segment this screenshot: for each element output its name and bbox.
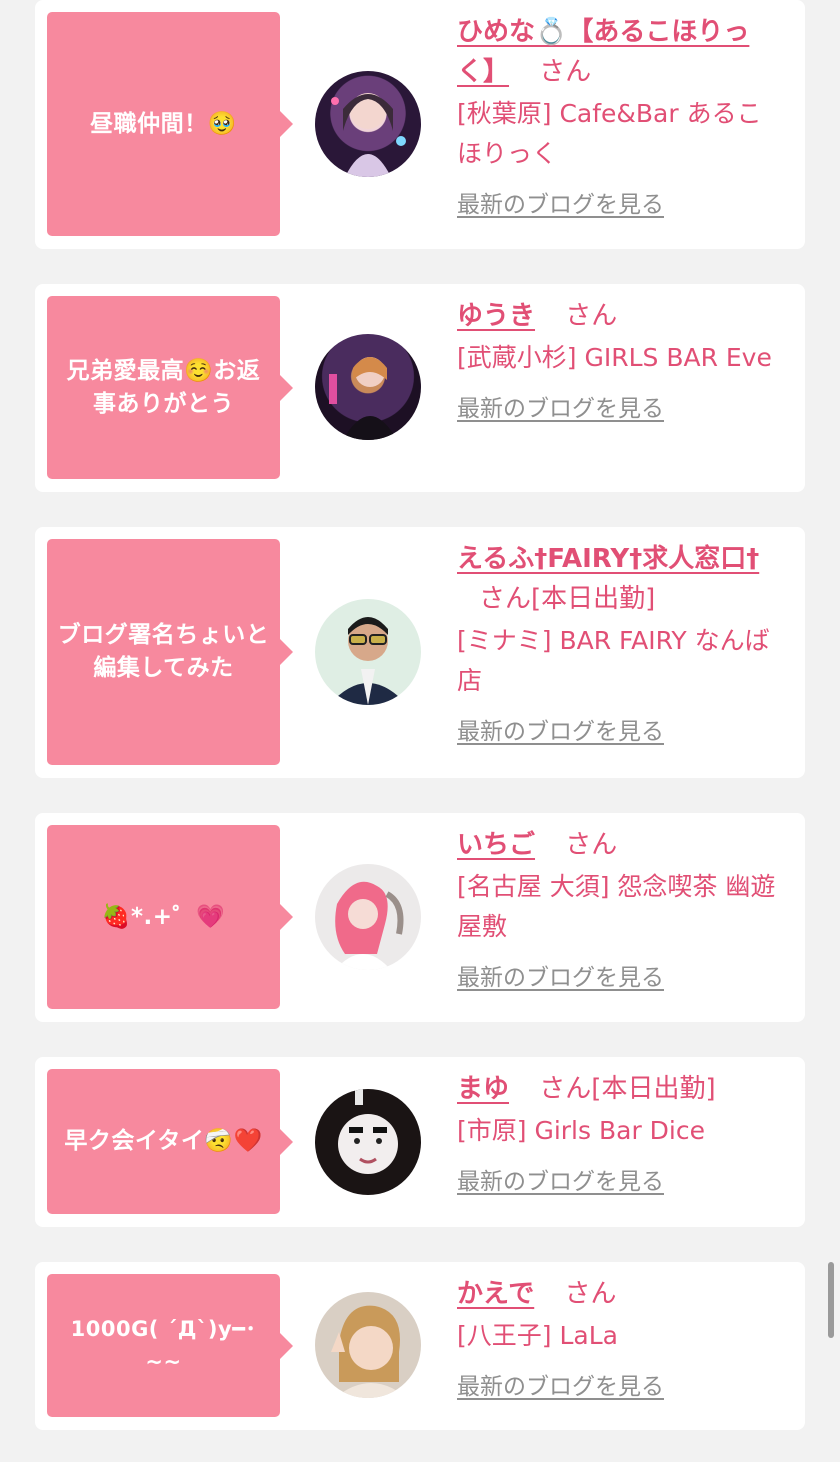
scrollbar-thumb[interactable]: [828, 1262, 834, 1338]
member-name-line: いちご さん: [457, 825, 782, 865]
shop-name: [市原] Girls Bar Dice: [457, 1116, 705, 1145]
avatar[interactable]: [315, 71, 421, 177]
honorific: さん: [565, 830, 618, 860]
message-text: ブログ署名ちょいと編集してみた: [57, 622, 270, 681]
avatar-photo-icon: [331, 1305, 407, 1398]
latest-blog-link[interactable]: 最新のブログを見る: [457, 389, 664, 429]
message-card: ブログ署名ちょいと編集してみた えるふ†FAIRY†求人窓口† さん[本日出勤]…: [35, 527, 805, 778]
honorific: さん: [479, 584, 532, 614]
member-name-link[interactable]: いちご: [457, 830, 535, 860]
message-bubble: 兄弟愛最高☺️お返事ありがとう: [47, 296, 293, 479]
member-info: ひめな💍【あるこほりっく】 さん [秋葉原] Cafe&Bar あるこほりっく …: [457, 12, 782, 225]
shop-name: [名古屋 大須] 怨念喫茶 幽遊屋敷: [457, 872, 776, 941]
member-name-link[interactable]: ひめな💍【あるこほりっく】: [457, 17, 749, 87]
member-name-link[interactable]: えるふ†FAIRY†求人窓口†: [457, 544, 759, 574]
message-text: 兄弟愛最高☺️お返事ありがとう: [66, 357, 261, 417]
honorific: さん: [565, 301, 618, 331]
avatar[interactable]: [315, 1292, 421, 1398]
member-name-line: えるふ†FAIRY†求人窓口† さん[本日出勤]: [457, 539, 782, 619]
honorific: さん: [539, 1074, 592, 1104]
message-bubble: 1000G( ´Д`)y━･~~: [47, 1274, 293, 1417]
avatar-photo-icon: [338, 1089, 398, 1174]
shop-name: [秋葉原] Cafe&Bar あるこほりっく: [457, 99, 762, 168]
attendance-status: [本日出勤]: [591, 1074, 716, 1104]
message-card: 🍓*.+゜💗 いちご さん [名古屋 大須] 怨念喫茶 幽遊屋敷 最新のブログを…: [35, 813, 805, 1022]
message-bubble: 🍓*.+゜💗: [47, 825, 293, 1009]
avatar[interactable]: [315, 599, 421, 705]
latest-blog-link[interactable]: 最新のブログを見る: [457, 712, 664, 752]
avatar[interactable]: [315, 1089, 421, 1195]
member-info: いちご さん [名古屋 大須] 怨念喫茶 幽遊屋敷 最新のブログを見る: [457, 825, 782, 998]
member-name-line: ゆうき さん: [457, 296, 782, 336]
honorific: さん: [539, 57, 592, 87]
member-info: ゆうき さん [武蔵小杉] GIRLS BAR Eve 最新のブログを見る: [457, 296, 782, 429]
member-name-line: ひめな💍【あるこほりっく】 さん: [457, 12, 782, 92]
latest-blog-link[interactable]: 最新のブログを見る: [457, 1162, 664, 1202]
shop-name: [八王子] LaLa: [457, 1321, 618, 1350]
message-card: 早ク会イタイ🤕❤️ まゆ さん[本日出勤] [市原] Girls Bar Dic…: [35, 1057, 805, 1227]
honorific: さん: [564, 1279, 617, 1309]
member-info: えるふ†FAIRY†求人窓口† さん[本日出勤] [ミナミ] BAR FAIRY…: [457, 539, 782, 752]
avatar[interactable]: [315, 334, 421, 440]
latest-blog-link[interactable]: 最新のブログを見る: [457, 1367, 664, 1407]
avatar[interactable]: [315, 864, 421, 970]
message-card: 昼職仲間！🥹 ひめな💍【あるこほりっく】 さん [秋葉原] Cafe&Bar あ…: [35, 0, 805, 249]
member-name-link[interactable]: かえで: [457, 1279, 534, 1309]
member-name-line: まゆ さん[本日出勤]: [457, 1069, 782, 1109]
message-text: 早ク会イタイ🤕❤️: [64, 1128, 263, 1154]
avatar-photo-icon: [331, 93, 406, 177]
member-name-link[interactable]: まゆ: [457, 1074, 509, 1104]
avatar-photo-icon: [335, 881, 404, 970]
message-card: 1000G( ´Д`)y━･~~ かえで さん [八王子] LaLa 最新のブロ…: [35, 1262, 805, 1430]
avatar-photo-icon: [329, 357, 397, 440]
message-text: 🍓*.+゜💗: [101, 903, 226, 930]
member-info: かえで さん [八王子] LaLa 最新のブログを見る: [457, 1274, 782, 1407]
shop-name: [武蔵小杉] GIRLS BAR Eve: [457, 343, 772, 372]
shop-name: [ミナミ] BAR FAIRY なんば店: [457, 626, 770, 695]
avatar-photo-icon: [329, 617, 407, 705]
message-bubble: ブログ署名ちょいと編集してみた: [47, 539, 293, 765]
attendance-status: [本日出勤]: [531, 584, 656, 614]
message-text: 昼職仲間！🥹: [90, 110, 237, 137]
latest-blog-link[interactable]: 最新のブログを見る: [457, 958, 664, 998]
message-text: 1000G( ´Д`)y━･~~: [70, 1316, 257, 1374]
member-info: まゆ さん[本日出勤] [市原] Girls Bar Dice 最新のブログを見…: [457, 1069, 782, 1202]
member-name-line: かえで さん: [457, 1274, 782, 1314]
message-bubble: 早ク会イタイ🤕❤️: [47, 1069, 293, 1214]
latest-blog-link[interactable]: 最新のブログを見る: [457, 185, 664, 225]
member-name-link[interactable]: ゆうき: [457, 301, 535, 331]
message-bubble: 昼職仲間！🥹: [47, 12, 293, 236]
message-card: 兄弟愛最高☺️お返事ありがとう ゆうき さん [武蔵小杉] GIRLS BAR …: [35, 284, 805, 492]
